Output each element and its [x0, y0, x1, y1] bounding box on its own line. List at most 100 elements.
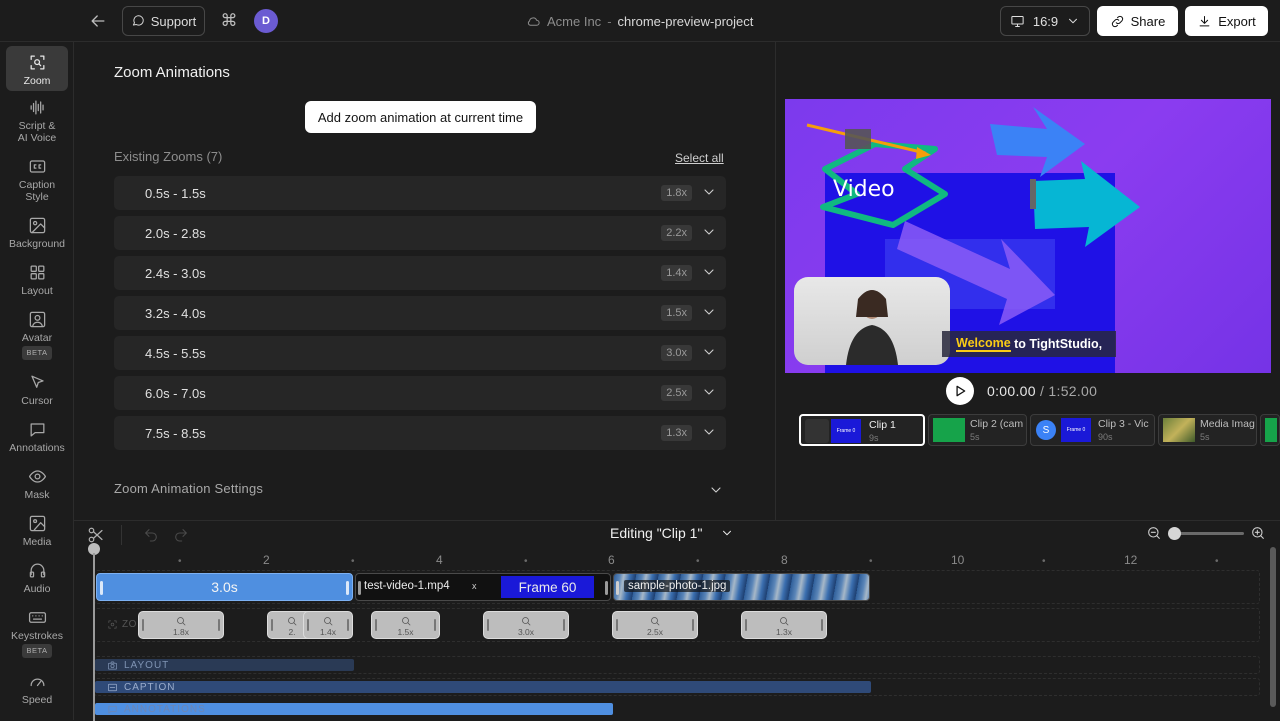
play-button[interactable] — [946, 377, 974, 405]
select-all-link[interactable]: Select all — [675, 151, 724, 165]
sidebar-label-audio: Audio — [23, 583, 51, 595]
zoom-segment-value: 3.0x — [517, 627, 535, 637]
time-ruler[interactable]: • 2 • 4 • 6 • 8 • 10 • 12 • — [94, 547, 1260, 569]
clip-thumbnail-5[interactable] — [1260, 414, 1280, 446]
sidebar-item-media[interactable]: Media — [6, 514, 68, 548]
timeline-zoom-knob[interactable] — [1168, 527, 1181, 540]
user-avatar[interactable]: D — [254, 9, 278, 33]
command-shortcut-button[interactable]: ⌘ — [219, 10, 239, 32]
undo-icon[interactable] — [143, 527, 159, 543]
zoom-row[interactable]: 2.4s - 3.0s 1.4x — [114, 256, 726, 290]
playhead-line — [93, 553, 95, 721]
layout-track-label: LAYOUT — [107, 660, 169, 671]
chevron-down-icon[interactable] — [701, 424, 717, 440]
sidebar-item-script[interactable]: Script & AI Voice — [6, 98, 68, 144]
chevron-down-icon[interactable] — [701, 184, 717, 200]
editing-clip-select[interactable]: Editing "Clip 1" — [610, 525, 734, 541]
back-button[interactable] — [86, 10, 110, 32]
chevron-down-icon — [1069, 18, 1078, 24]
sidebar-label-zoom: Zoom — [23, 75, 51, 87]
video-canvas[interactable]: Video Welcome to TightStudio, — [785, 99, 1271, 373]
export-button[interactable]: Export — [1185, 6, 1268, 36]
zoom-segment[interactable]: 1.4x — [303, 611, 353, 639]
existing-zooms-label: Existing Zooms (7) — [114, 149, 223, 164]
zoom-row[interactable]: 4.5s - 5.5s 3.0x — [114, 336, 726, 370]
redo-icon[interactable] — [173, 527, 189, 543]
timeline-zoom-slider[interactable] — [1170, 532, 1244, 535]
zoom-segment[interactable]: 1.8x — [138, 611, 224, 639]
zoom-segment[interactable]: 2.5x — [612, 611, 698, 639]
timeline-clip-video[interactable]: test-video-1.mp4 x Frame 60 — [355, 573, 611, 601]
clip-thumbnail-1[interactable]: Frame 0 Clip 1 9s — [799, 414, 925, 446]
sidebar-item-annotations[interactable]: Annotations — [6, 420, 68, 454]
close-icon[interactable]: x — [472, 581, 477, 591]
clip-handle-right[interactable] — [346, 581, 349, 595]
scissors-icon[interactable] — [87, 526, 105, 544]
chevron-down-icon[interactable] — [701, 344, 717, 360]
clip-thumbnail-4[interactable]: Media Imag 5s — [1158, 414, 1257, 446]
timeline-scrollbar[interactable] — [1270, 547, 1276, 707]
clip-handle-right[interactable] — [605, 581, 608, 595]
zoom-segment[interactable]: 1.3x — [741, 611, 827, 639]
zoom-row[interactable]: 0.5s - 1.5s 1.8x — [114, 176, 726, 210]
zoom-row[interactable]: 3.2s - 4.0s 1.5x — [114, 296, 726, 330]
zoom-row[interactable]: 6.0s - 7.0s 2.5x — [114, 376, 726, 410]
zoom-out-icon[interactable] — [1146, 525, 1162, 541]
org-name[interactable]: Acme Inc — [547, 14, 601, 29]
clip-thumbnail-3[interactable]: S Frame 0 Clip 3 - Vic 90s — [1030, 414, 1155, 446]
clip-thumb-frame: Frame 0 — [1061, 418, 1091, 442]
clip-duration: 9s — [869, 433, 879, 443]
avatar-icon — [29, 311, 45, 328]
caption-label: CAPTION — [124, 682, 176, 693]
sidebar-item-cursor[interactable]: Cursor — [6, 373, 68, 407]
sidebar-item-caption-style[interactable]: Caption Style — [6, 157, 68, 203]
sidebar-item-mask[interactable]: Mask — [6, 467, 68, 501]
chevron-down-icon[interactable] — [701, 224, 717, 240]
avatar-video[interactable] — [794, 277, 950, 365]
clip-thumbnail-2[interactable]: Clip 2 (cam 5s — [928, 414, 1027, 446]
sidebar-item-keystrokes[interactable]: Keystrokes BETA — [6, 608, 68, 658]
clip-handle-left[interactable] — [616, 581, 619, 595]
share-button[interactable]: Share — [1097, 6, 1178, 36]
chevron-down-icon[interactable] — [701, 304, 717, 320]
zoom-range: 4.5s - 5.5s — [145, 346, 206, 361]
support-button[interactable]: Support — [122, 6, 205, 36]
zoom-segment[interactable]: 1.5x — [371, 611, 440, 639]
add-zoom-button[interactable]: Add zoom animation at current time — [305, 101, 536, 133]
beta-badge: BETA — [22, 644, 52, 658]
comment-icon — [30, 423, 44, 437]
sidebar-item-layout[interactable]: Layout — [6, 263, 68, 297]
sidebar-item-audio[interactable]: Audio — [6, 561, 68, 595]
project-name[interactable]: chrome-preview-project — [618, 14, 754, 29]
timeline-clip-main[interactable]: 3.0s — [96, 573, 353, 601]
sidebar-item-background[interactable]: Background — [6, 216, 68, 250]
zoom-scale-badge: 1.4x — [661, 265, 692, 281]
zoom-row[interactable]: 7.5s - 8.5s 1.3x — [114, 416, 726, 450]
zoom-in-icon[interactable] — [1250, 525, 1266, 541]
breadcrumb: Acme Inc - chrome-preview-project — [526, 12, 753, 30]
sidebar-item-speed[interactable]: Speed — [6, 672, 68, 706]
clip-duration-label: 3.0s — [211, 579, 238, 595]
clip-handle-left[interactable] — [100, 581, 103, 595]
sidebar-item-avatar[interactable]: Avatar BETA — [6, 310, 68, 360]
chevron-down-icon[interactable] — [701, 384, 717, 400]
eye-icon — [28, 470, 46, 483]
zoom-row[interactable]: 2.0s - 2.8s 2.2x — [114, 216, 726, 250]
chevron-down-icon[interactable] — [708, 482, 724, 498]
zoom-segment-value: 1.8x — [172, 627, 190, 637]
zoom-segment-value: 2.5x — [646, 627, 664, 637]
left-sidebar: Zoom Script & AI Voice Caption Style Bac… — [0, 42, 74, 720]
zoom-range: 3.2s - 4.0s — [145, 306, 206, 321]
time-current: 0:00.00 — [987, 383, 1036, 399]
zoom-scale-badge: 2.5x — [661, 385, 692, 401]
caption-track-label: CAPTION — [107, 682, 175, 693]
clip-duration: 90s — [1098, 432, 1113, 442]
sidebar-item-zoom[interactable]: Zoom — [6, 46, 68, 91]
zoom-settings-toggle[interactable]: Zoom Animation Settings — [114, 481, 263, 496]
clip-handle-left[interactable] — [358, 581, 361, 595]
zoom-segment[interactable]: 3.0x — [483, 611, 569, 639]
timeline-clip-photo[interactable]: sample-photo-1.jpg — [613, 573, 870, 601]
chevron-down-icon[interactable] — [701, 264, 717, 280]
caption-segment[interactable] — [95, 681, 871, 693]
aspect-ratio-select[interactable]: 16:9 — [1000, 6, 1090, 36]
